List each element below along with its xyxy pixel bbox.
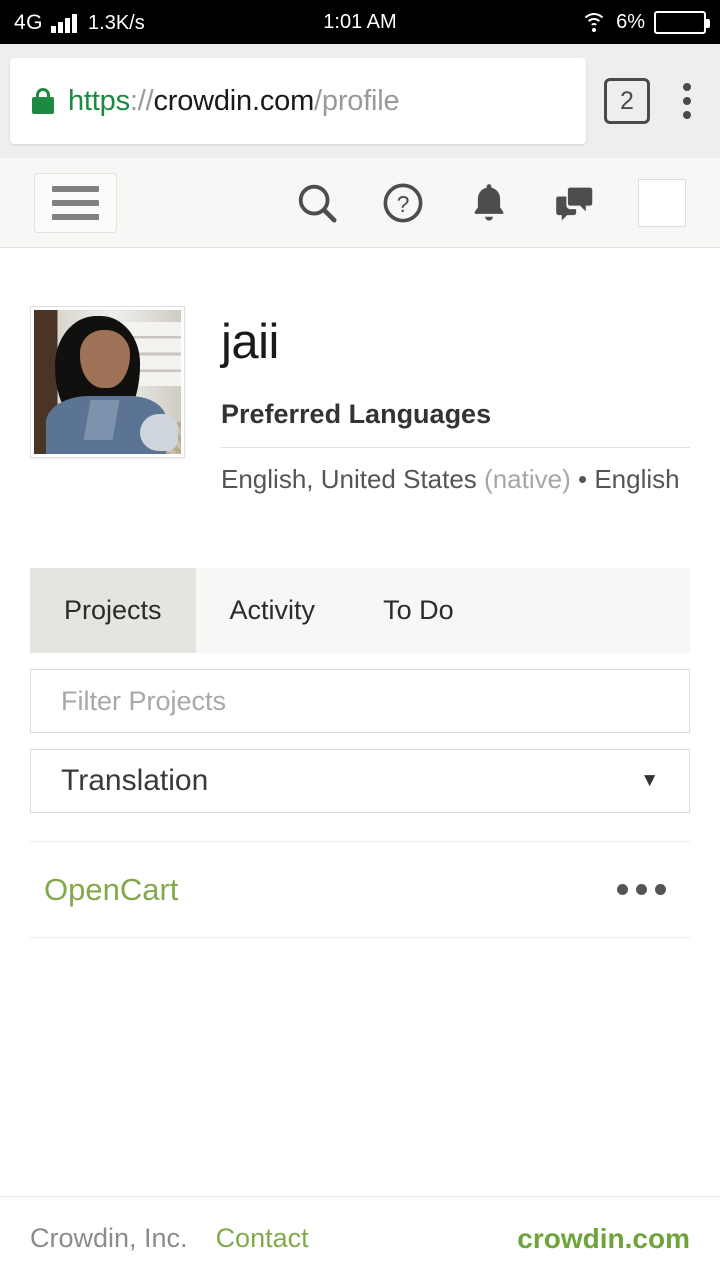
battery-percent-label: 6%	[616, 10, 645, 33]
status-bar: 4G 1.3K/s 1:01 AM 6%	[0, 0, 720, 44]
profile-header: jaii Preferred Languages English, United…	[0, 248, 720, 495]
avatar[interactable]	[638, 178, 686, 227]
status-right: 6%	[581, 10, 710, 34]
notifications-bell-icon[interactable]	[466, 180, 512, 226]
footer-contact-link[interactable]: Contact	[216, 1223, 309, 1254]
language-separator: •	[577, 464, 588, 494]
navbar-icons: ?	[294, 178, 686, 227]
profile-avatar[interactable]	[30, 306, 185, 458]
url-separator: ://	[129, 84, 154, 117]
footer-company: Crowdin, Inc.	[30, 1223, 188, 1253]
address-bar[interactable]: https://crowdin.com/profile	[10, 58, 586, 144]
browser-menu-button[interactable]	[664, 83, 710, 119]
url-text: https://crowdin.com/profile	[68, 84, 400, 118]
network-speed-label: 1.3K/s	[88, 11, 145, 34]
divider	[221, 447, 690, 448]
preferred-languages-value: English, United States (native) • Englis…	[221, 464, 690, 495]
site-navbar: ?	[0, 158, 720, 248]
chevron-down-icon: ▼	[640, 770, 659, 791]
browser-chrome: https://crowdin.com/profile 2	[0, 44, 720, 158]
help-icon[interactable]: ?	[380, 180, 426, 226]
tab-todo[interactable]: To Do	[349, 568, 488, 653]
profile-tabs: Projects Activity To Do	[30, 568, 690, 653]
page-title: jaii	[221, 315, 279, 369]
tab-count-button[interactable]: 2	[604, 78, 650, 124]
project-type-value: Translation	[61, 764, 209, 797]
language-secondary: English	[594, 464, 680, 494]
footer-site-link[interactable]: crowdin.com	[517, 1223, 690, 1255]
svg-text:?: ?	[397, 190, 410, 216]
status-left: 4G 1.3K/s	[14, 12, 145, 33]
filter-projects-placeholder: Filter Projects	[61, 685, 227, 716]
profile-info: jaii Preferred Languages English, United…	[185, 306, 690, 495]
url-host: crowdin.com	[153, 84, 315, 117]
network-type-label: 4G	[14, 10, 44, 34]
battery-icon	[654, 10, 710, 34]
list-item[interactable]: OpenCart	[30, 842, 690, 938]
more-options-icon[interactable]	[607, 874, 676, 905]
tab-projects[interactable]: Projects	[30, 568, 196, 653]
profile-avatar-photo	[34, 310, 181, 454]
project-type-select[interactable]: Translation ▼	[30, 749, 690, 813]
wifi-icon	[581, 12, 608, 32]
language-native-tag: (native)	[484, 464, 571, 494]
projects-list: OpenCart	[30, 841, 690, 938]
tab-activity[interactable]: Activity	[196, 568, 350, 653]
filter-projects-input[interactable]: Filter Projects	[30, 669, 690, 733]
page-footer: Crowdin, Inc. Contact crowdin.com	[0, 1197, 720, 1280]
preferred-languages-label: Preferred Languages	[221, 399, 492, 429]
hamburger-menu-icon[interactable]	[34, 172, 117, 233]
signal-bars-icon	[51, 13, 78, 33]
url-scheme: https	[68, 84, 130, 117]
lock-icon	[32, 88, 54, 114]
language-primary: English, United States	[221, 464, 477, 494]
messages-icon[interactable]	[552, 180, 598, 226]
url-path: /profile	[314, 84, 400, 117]
project-name-link[interactable]: OpenCart	[44, 872, 178, 908]
search-icon[interactable]	[294, 180, 340, 226]
